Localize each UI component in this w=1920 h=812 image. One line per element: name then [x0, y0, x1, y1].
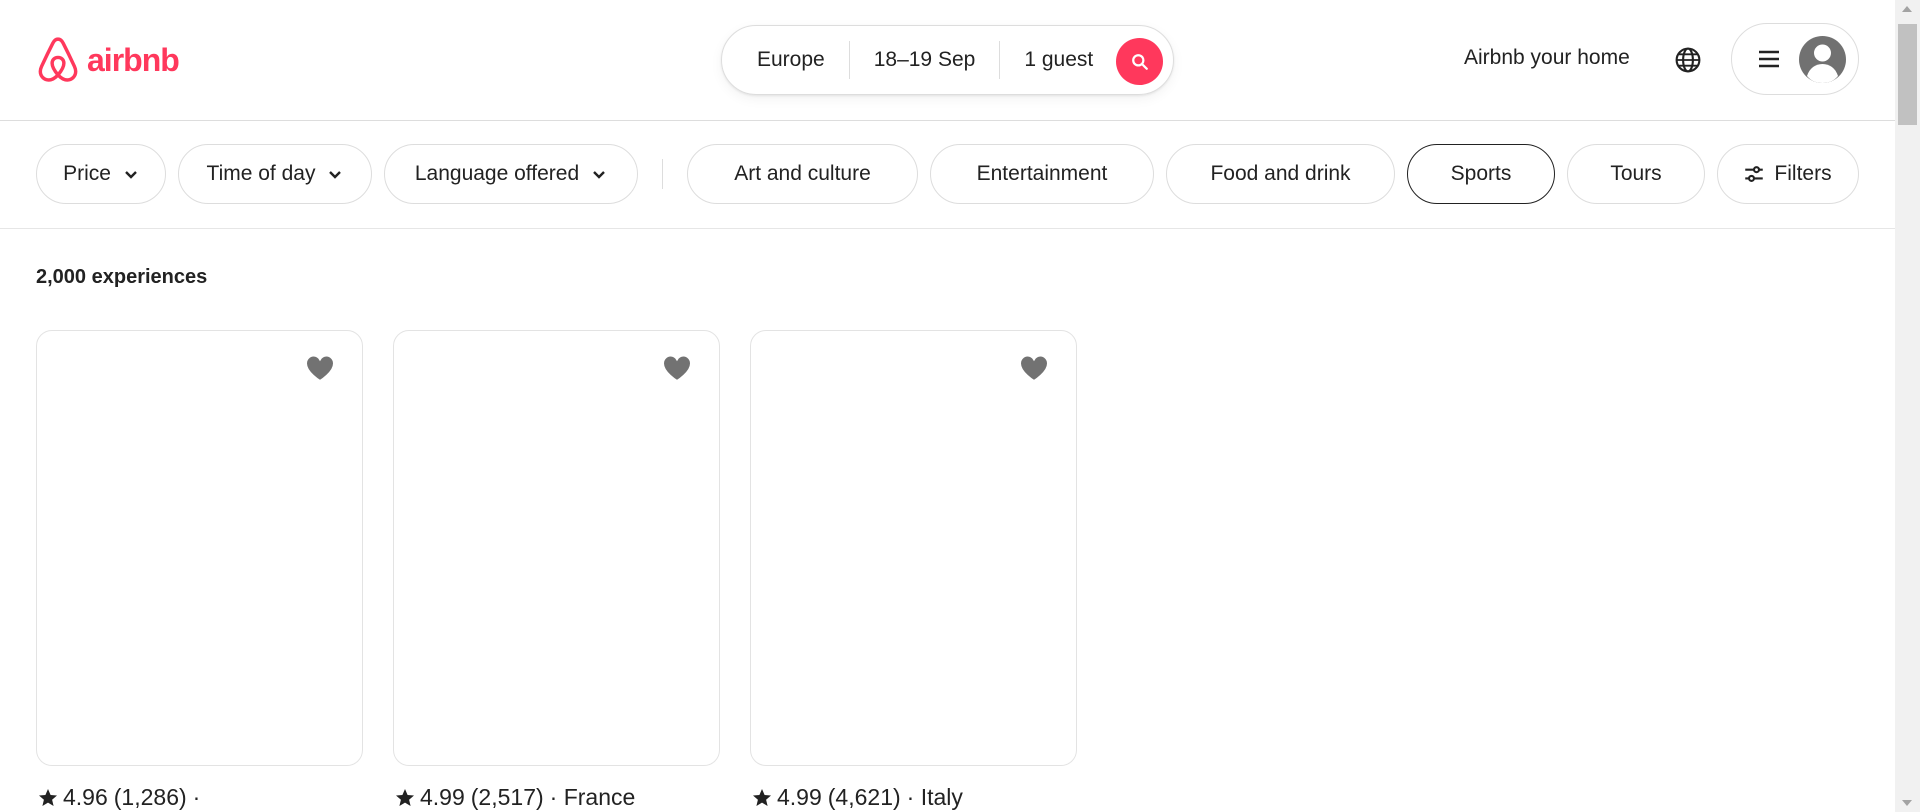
- heart-icon[interactable]: [304, 353, 336, 383]
- experience-image[interactable]: [36, 330, 363, 766]
- airbnb-wordmark: airbnb: [87, 41, 180, 78]
- scrollbar-thumb[interactable]: [1898, 24, 1917, 125]
- language-offered-filter-button[interactable]: Language offered: [384, 144, 638, 204]
- experience-reviews: (4,621): [827, 784, 901, 810]
- search-icon: [1131, 53, 1148, 70]
- search-dates[interactable]: 18–19 Sep: [850, 48, 1000, 72]
- header: airbnb Europe 18–19 Sep 1 guest Airbnb y…: [0, 0, 1895, 121]
- experience-reviews: (1,286): [113, 784, 187, 810]
- page-scrollbar[interactable]: [1895, 0, 1920, 812]
- star-icon: [39, 788, 57, 806]
- language-offered-filter-label: Language offered: [414, 162, 580, 185]
- price-filter-label: Price: [63, 162, 111, 185]
- category-art-and-culture[interactable]: Art and culture: [687, 144, 918, 204]
- category-sports[interactable]: Sports: [1407, 144, 1555, 204]
- filter-bar: Price Time of day Language offered Art a…: [0, 121, 1895, 229]
- experience-meta: 4.96 (1,286) ·: [36, 784, 363, 811]
- search-location[interactable]: Europe: [722, 48, 849, 72]
- airbnb-your-home-link[interactable]: Airbnb your home: [1464, 46, 1630, 70]
- airbnb-logo-icon: [38, 37, 78, 82]
- experience-meta: 4.99 (2,517) · France: [393, 784, 720, 811]
- user-avatar-icon: [1799, 36, 1846, 83]
- filter-divider: [662, 159, 663, 189]
- hamburger-menu-icon: [1759, 50, 1779, 68]
- experience-card[interactable]: 4.96 (1,286) ·: [36, 330, 363, 811]
- time-of-day-filter-button[interactable]: Time of day: [178, 144, 372, 204]
- scroll-up-arrow-icon[interactable]: [1902, 6, 1912, 12]
- experience-location: · Italy: [906, 784, 963, 810]
- star-icon: [396, 788, 414, 806]
- experience-rating: 4.99: [420, 784, 465, 810]
- heart-icon[interactable]: [1018, 353, 1050, 383]
- sliders-icon: [1745, 166, 1764, 182]
- heart-icon[interactable]: [661, 353, 693, 383]
- star-icon: [753, 788, 771, 806]
- airbnb-logo[interactable]: airbnb: [35, 35, 180, 85]
- globe-icon[interactable]: [1675, 47, 1701, 73]
- experience-image[interactable]: [750, 330, 1077, 766]
- search-bar[interactable]: Europe 18–19 Sep 1 guest: [721, 25, 1174, 95]
- category-tours[interactable]: Tours: [1567, 144, 1705, 204]
- category-entertainment[interactable]: Entertainment: [930, 144, 1154, 204]
- experience-rating: 4.99: [777, 784, 822, 810]
- experience-meta: 4.99 (4,621) · Italy: [750, 784, 1077, 811]
- category-food-and-drink[interactable]: Food and drink: [1166, 144, 1395, 204]
- chevron-down-icon: [593, 171, 605, 179]
- price-filter-button[interactable]: Price: [36, 144, 166, 204]
- experience-card[interactable]: 4.99 (4,621) · Italy: [750, 330, 1077, 811]
- time-of-day-filter-label: Time of day: [206, 162, 316, 185]
- experience-location: ·: [192, 784, 201, 810]
- filters-button[interactable]: Filters: [1717, 144, 1859, 204]
- results-count: 2,000 experiences: [36, 266, 208, 288]
- experience-card[interactable]: 4.99 (2,517) · France: [393, 330, 720, 811]
- user-menu-button[interactable]: [1731, 23, 1859, 95]
- chevron-down-icon: [125, 171, 137, 179]
- scroll-down-arrow-icon[interactable]: [1902, 800, 1912, 806]
- search-guests[interactable]: 1 guest: [1000, 48, 1117, 72]
- search-button[interactable]: [1116, 38, 1163, 85]
- experience-location: · France: [549, 784, 636, 810]
- experience-reviews: (2,517): [470, 784, 544, 810]
- chevron-down-icon: [329, 171, 342, 179]
- filters-label: Filters: [1774, 162, 1832, 185]
- experience-image[interactable]: [393, 330, 720, 766]
- experience-rating: 4.96: [63, 784, 108, 810]
